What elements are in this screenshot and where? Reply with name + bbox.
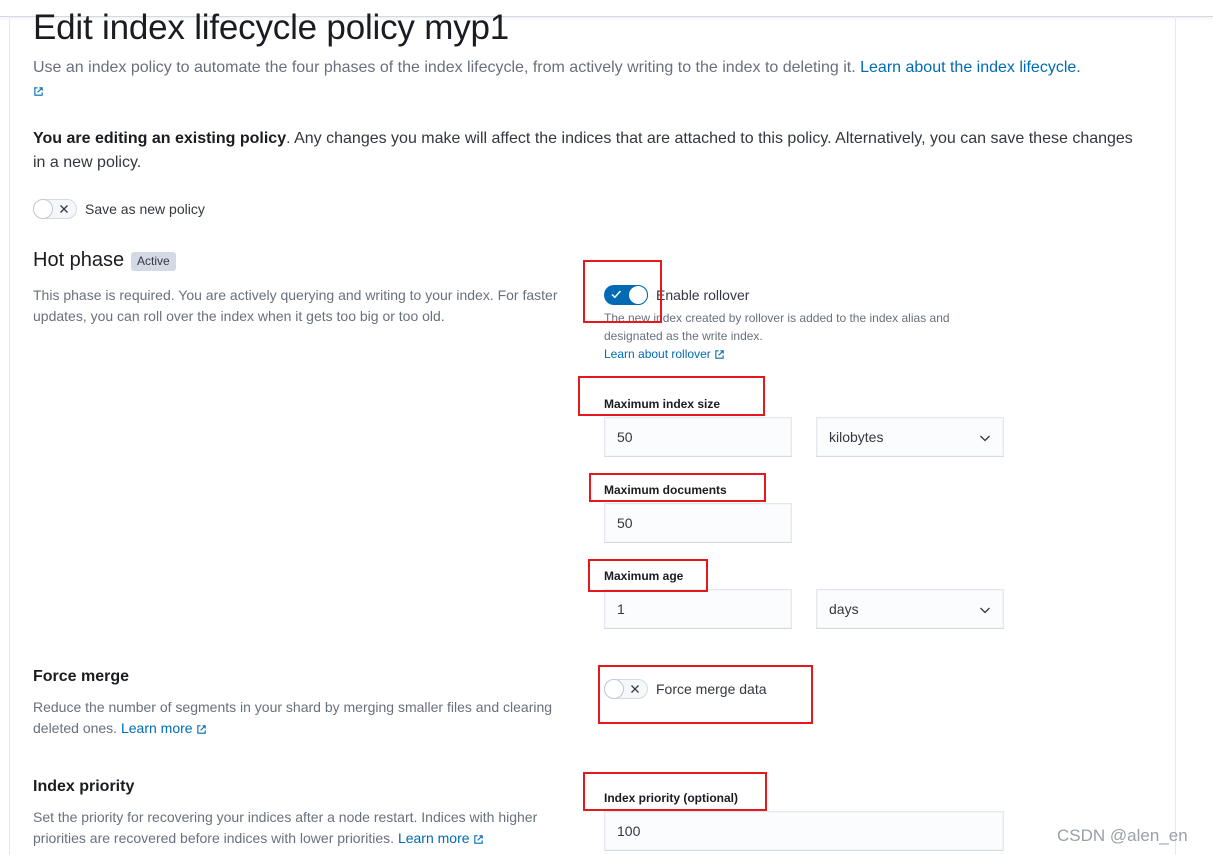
watermark: CSDN @alen_en bbox=[1057, 826, 1188, 845]
save-as-new-switch[interactable] bbox=[33, 199, 77, 219]
rollover-help: The new index created by rollover is add… bbox=[604, 309, 984, 363]
index-priority-description: Set the priority for recovering your ind… bbox=[33, 807, 588, 849]
force-merge-learn-more-link[interactable]: Learn more bbox=[121, 720, 193, 736]
intro-text: Use an index policy to automate the four… bbox=[33, 56, 1158, 104]
max-index-size-unit-select[interactable]: kilobytes bbox=[816, 417, 1004, 457]
switch-knob bbox=[33, 199, 53, 219]
max-documents-input[interactable]: 50 bbox=[604, 503, 792, 543]
chevron-down-icon bbox=[980, 607, 990, 614]
learn-lifecycle-link[interactable]: Learn about the index lifecycle. bbox=[860, 59, 1081, 76]
enable-rollover-label[interactable]: Enable rollover bbox=[656, 287, 749, 303]
force-merge-description-text: Reduce the number of segments in your sh… bbox=[33, 699, 553, 736]
max-age-input[interactable]: 1 bbox=[604, 589, 792, 629]
hot-phase-description: This phase is required. You are actively… bbox=[33, 287, 558, 324]
force-merge-switch[interactable] bbox=[604, 679, 648, 699]
external-link-icon[interactable] bbox=[714, 349, 725, 360]
external-link-icon[interactable] bbox=[473, 834, 484, 845]
active-badge: Active bbox=[131, 252, 176, 271]
max-documents-label: Maximum documents bbox=[604, 483, 727, 497]
rollover-help-text: The new index created by rollover is add… bbox=[604, 311, 950, 343]
max-age-unit-value: days bbox=[829, 601, 859, 617]
force-merge-description: Reduce the number of segments in your sh… bbox=[33, 697, 588, 739]
switch-knob bbox=[604, 679, 624, 699]
editing-notice: You are editing an existing policy. Any … bbox=[33, 127, 1143, 175]
editing-notice-bold: You are editing an existing policy bbox=[33, 130, 287, 147]
learn-rollover-link[interactable]: Learn about rollover bbox=[604, 347, 711, 361]
left-divider bbox=[9, 16, 10, 855]
index-priority-title: Index priority bbox=[33, 778, 135, 795]
save-as-new-label[interactable]: Save as new policy bbox=[85, 201, 205, 217]
right-divider bbox=[1175, 16, 1176, 855]
max-index-size-label: Maximum index size bbox=[604, 397, 721, 411]
intro-description: Use an index policy to automate the four… bbox=[33, 59, 856, 76]
force-merge-label[interactable]: Force merge data bbox=[656, 681, 767, 697]
page-title: Edit index lifecycle policy myp1 bbox=[33, 8, 510, 47]
cross-icon bbox=[60, 205, 68, 213]
chevron-down-icon bbox=[980, 435, 990, 442]
max-index-size-unit-value: kilobytes bbox=[829, 429, 884, 445]
hot-phase-title: Hot phase bbox=[33, 249, 125, 271]
check-icon bbox=[611, 290, 622, 299]
cross-icon bbox=[631, 685, 639, 693]
force-merge-title: Force merge bbox=[33, 668, 130, 685]
index-priority-label: Index priority (optional) bbox=[604, 791, 738, 805]
enable-rollover-switch[interactable] bbox=[604, 285, 648, 305]
external-link-icon[interactable] bbox=[196, 724, 207, 735]
switch-knob bbox=[628, 285, 648, 305]
index-priority-learn-more-link[interactable]: Learn more bbox=[398, 830, 470, 846]
index-priority-input[interactable]: 100 bbox=[604, 811, 1004, 851]
external-link-icon[interactable] bbox=[33, 86, 44, 97]
max-age-label: Maximum age bbox=[604, 569, 684, 583]
max-age-unit-select[interactable]: days bbox=[816, 589, 1004, 629]
max-index-size-input[interactable]: 50 bbox=[604, 417, 792, 457]
